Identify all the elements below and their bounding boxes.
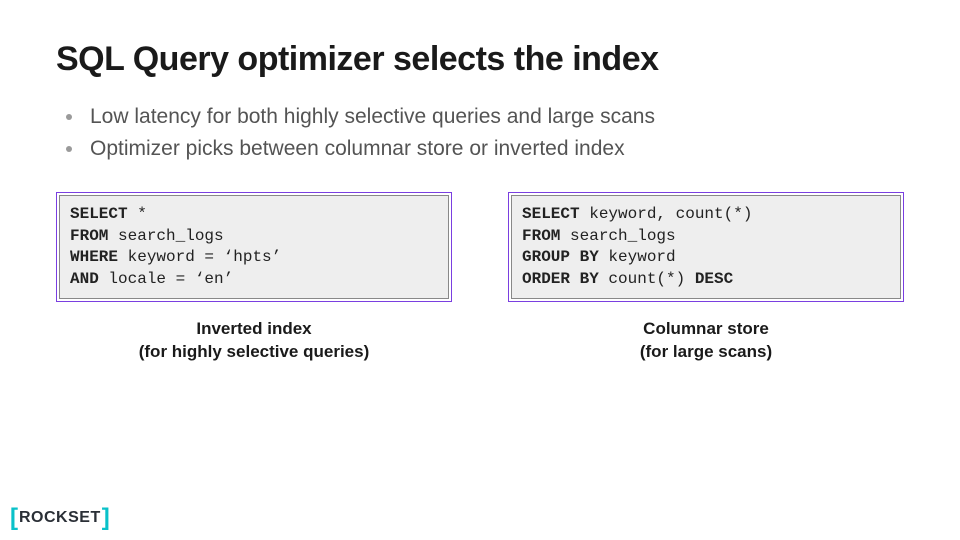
code-box: SELECT keyword, count(*) FROM search_log… <box>508 192 904 302</box>
bullet-item: Low latency for both highly selective qu… <box>56 101 904 133</box>
sql-keyword: AND <box>70 270 99 288</box>
code-box-inner: SELECT * FROM search_logs WHERE keyword … <box>59 195 449 299</box>
logo-right-bracket-icon: ] <box>102 506 110 530</box>
sql-keyword: DESC <box>695 270 733 288</box>
sql-text: * <box>128 205 147 223</box>
example-left: SELECT * FROM search_logs WHERE keyword … <box>56 192 452 364</box>
code-box-inner: SELECT keyword, count(*) FROM search_log… <box>511 195 901 299</box>
examples-row: SELECT * FROM search_logs WHERE keyword … <box>56 192 904 364</box>
sql-text: keyword = ‘hpts’ <box>118 248 281 266</box>
sql-keyword: FROM <box>70 227 108 245</box>
code-block: SELECT keyword, count(*) FROM search_log… <box>522 204 890 290</box>
sql-keyword: SELECT <box>70 205 128 223</box>
sql-keyword: FROM <box>522 227 560 245</box>
example-caption: Inverted index (for highly selective que… <box>56 318 452 364</box>
bullet-dot-icon <box>66 114 72 120</box>
caption-line2: (for highly selective queries) <box>139 342 370 361</box>
example-right: SELECT keyword, count(*) FROM search_log… <box>508 192 904 364</box>
caption-line1: Inverted index <box>196 319 311 338</box>
bullet-text: Low latency for both highly selective qu… <box>90 101 655 133</box>
logo-text: ROCKSET <box>19 509 101 527</box>
sql-keyword: SELECT <box>522 205 580 223</box>
sql-text: count(*) <box>599 270 695 288</box>
bullet-list: Low latency for both highly selective qu… <box>56 101 904 164</box>
caption-line2: (for large scans) <box>640 342 772 361</box>
bullet-item: Optimizer picks between columnar store o… <box>56 133 904 165</box>
sql-text: keyword <box>599 248 676 266</box>
sql-text: search_logs <box>108 227 223 245</box>
sql-keyword: WHERE <box>70 248 118 266</box>
slide-title: SQL Query optimizer selects the index <box>56 40 904 79</box>
bullet-dot-icon <box>66 146 72 152</box>
caption-line1: Columnar store <box>643 319 769 338</box>
sql-text: keyword, count(*) <box>580 205 753 223</box>
example-caption: Columnar store (for large scans) <box>508 318 904 364</box>
code-block: SELECT * FROM search_logs WHERE keyword … <box>70 204 438 290</box>
code-box: SELECT * FROM search_logs WHERE keyword … <box>56 192 452 302</box>
slide: SQL Query optimizer selects the index Lo… <box>0 0 960 540</box>
logo-left-bracket-icon: [ <box>10 506 18 530</box>
sql-keyword: ORDER BY <box>522 270 599 288</box>
bullet-text: Optimizer picks between columnar store o… <box>90 133 625 165</box>
sql-keyword: GROUP BY <box>522 248 599 266</box>
logo: [ ROCKSET ] <box>10 506 110 530</box>
sql-text: locale = ‘en’ <box>99 270 233 288</box>
sql-text: search_logs <box>560 227 675 245</box>
